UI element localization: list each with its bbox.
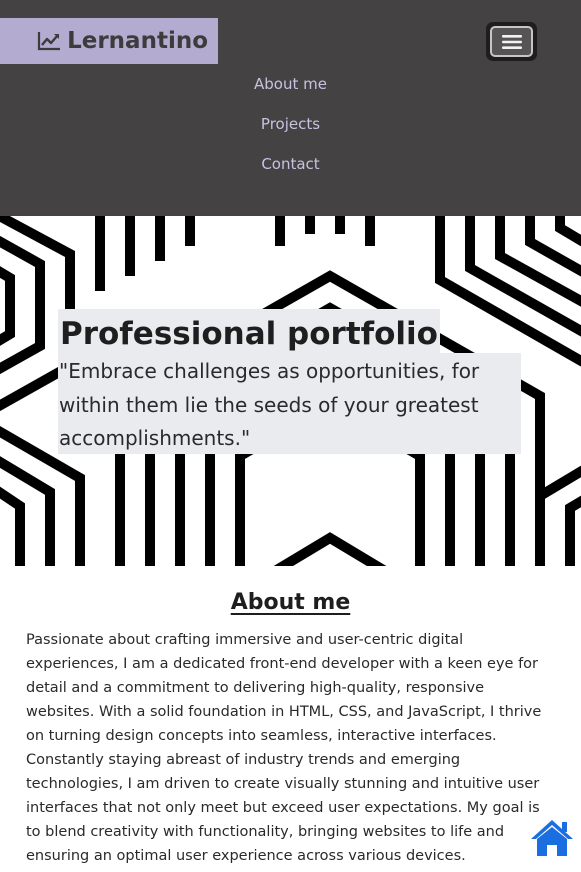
- brand-name: Lernantino: [67, 28, 208, 54]
- nav-toggle-button[interactable]: [486, 22, 537, 61]
- brand-link[interactable]: Lernantino: [0, 18, 218, 64]
- nav-link-contact[interactable]: Contact: [0, 144, 581, 184]
- hero-quote: "Embrace challenges as opportunities, fo…: [58, 353, 521, 454]
- chart-line-icon: [37, 32, 61, 51]
- nav-menu: About me Projects Contact: [0, 64, 581, 184]
- about-title: About me: [230, 590, 351, 615]
- about-section: About me Passionate about crafting immer…: [0, 566, 581, 872]
- navbar: Lernantino About me Projects Contact: [0, 0, 581, 216]
- hero-title: Professional portfolio: [58, 309, 440, 353]
- hamburger-menu-icon: [490, 26, 533, 57]
- home-button[interactable]: [529, 818, 575, 858]
- about-text: Passionate about crafting immersive and …: [26, 632, 542, 864]
- nav-link-projects[interactable]: Projects: [0, 104, 581, 144]
- home-icon: [531, 820, 573, 856]
- nav-link-about[interactable]: About me: [0, 64, 581, 104]
